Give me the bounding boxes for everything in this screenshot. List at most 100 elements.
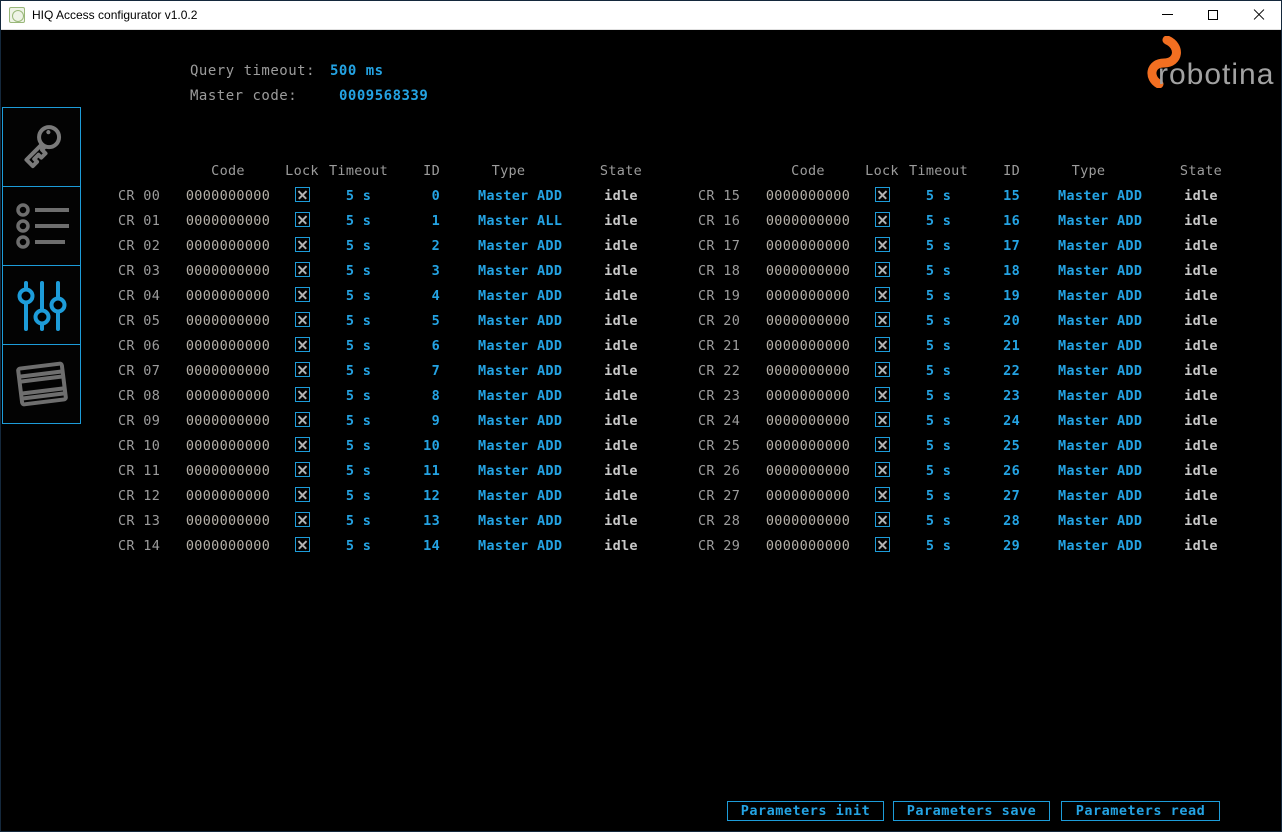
lock-checkbox[interactable] — [875, 262, 890, 277]
timeout-value[interactable]: 5 s — [321, 359, 396, 384]
code-field[interactable]: 0000000000 — [173, 484, 283, 509]
lock-checkbox[interactable] — [295, 337, 310, 352]
timeout-value[interactable]: 5 s — [321, 334, 396, 359]
timeout-value[interactable]: 5 s — [901, 209, 976, 234]
type-value[interactable]: Master ADD — [446, 434, 571, 459]
type-value[interactable]: Master ADD — [446, 534, 571, 559]
lock-checkbox[interactable] — [875, 237, 890, 252]
code-field[interactable]: 0000000000 — [173, 359, 283, 384]
type-value[interactable]: Master ADD — [1026, 184, 1151, 209]
lock-checkbox[interactable] — [295, 187, 310, 202]
code-field[interactable]: 0000000000 — [753, 234, 863, 259]
type-value[interactable]: Master ADD — [1026, 384, 1151, 409]
lock-checkbox[interactable] — [875, 387, 890, 402]
type-value[interactable]: Master ADD — [1026, 409, 1151, 434]
lock-checkbox[interactable] — [875, 487, 890, 502]
timeout-value[interactable]: 5 s — [321, 434, 396, 459]
type-value[interactable]: Master ADD — [1026, 484, 1151, 509]
parameters-init-button[interactable]: Parameters init — [727, 801, 884, 821]
timeout-value[interactable]: 5 s — [321, 234, 396, 259]
code-field[interactable]: 0000000000 — [753, 209, 863, 234]
timeout-value[interactable]: 5 s — [321, 534, 396, 559]
code-field[interactable]: 0000000000 — [753, 484, 863, 509]
timeout-value[interactable]: 5 s — [901, 359, 976, 384]
lock-checkbox[interactable] — [295, 212, 310, 227]
lock-checkbox[interactable] — [875, 212, 890, 227]
parameters-save-button[interactable]: Parameters save — [893, 801, 1050, 821]
type-value[interactable]: Master ADD — [446, 234, 571, 259]
timeout-value[interactable]: 5 s — [321, 184, 396, 209]
lock-checkbox[interactable] — [295, 362, 310, 377]
lock-checkbox[interactable] — [295, 512, 310, 527]
lock-checkbox[interactable] — [875, 312, 890, 327]
timeout-value[interactable]: 5 s — [901, 384, 976, 409]
lock-checkbox[interactable] — [295, 487, 310, 502]
type-value[interactable]: Master ADD — [446, 459, 571, 484]
timeout-value[interactable]: 5 s — [321, 459, 396, 484]
code-field[interactable]: 0000000000 — [753, 534, 863, 559]
code-field[interactable]: 0000000000 — [173, 409, 283, 434]
type-value[interactable]: Master ADD — [446, 284, 571, 309]
close-button[interactable] — [1236, 0, 1282, 30]
type-value[interactable]: Master ADD — [1026, 309, 1151, 334]
code-field[interactable]: 0000000000 — [173, 459, 283, 484]
type-value[interactable]: Master ADD — [1026, 509, 1151, 534]
type-value[interactable]: Master ALL — [446, 209, 571, 234]
lock-checkbox[interactable] — [875, 362, 890, 377]
master-code-value[interactable]: 0009568339 — [339, 88, 428, 104]
timeout-value[interactable]: 5 s — [901, 509, 976, 534]
timeout-value[interactable]: 5 s — [321, 309, 396, 334]
sidebar-item-card[interactable] — [2, 344, 81, 424]
type-value[interactable]: Master ADD — [446, 309, 571, 334]
lock-checkbox[interactable] — [295, 537, 310, 552]
code-field[interactable]: 0000000000 — [753, 184, 863, 209]
lock-checkbox[interactable] — [295, 262, 310, 277]
sidebar-item-key[interactable] — [2, 107, 81, 187]
lock-checkbox[interactable] — [875, 337, 890, 352]
sidebar-item-sliders-active[interactable] — [2, 265, 81, 345]
code-field[interactable]: 0000000000 — [173, 309, 283, 334]
lock-checkbox[interactable] — [875, 512, 890, 527]
type-value[interactable]: Master ADD — [1026, 234, 1151, 259]
type-value[interactable]: Master ADD — [1026, 534, 1151, 559]
query-timeout-value[interactable]: 500 ms — [330, 63, 384, 79]
sidebar-item-list[interactable] — [2, 186, 81, 266]
timeout-value[interactable]: 5 s — [321, 209, 396, 234]
timeout-value[interactable]: 5 s — [901, 234, 976, 259]
type-value[interactable]: Master ADD — [446, 184, 571, 209]
type-value[interactable]: Master ADD — [446, 509, 571, 534]
type-value[interactable]: Master ADD — [446, 259, 571, 284]
type-value[interactable]: Master ADD — [446, 409, 571, 434]
code-field[interactable]: 0000000000 — [173, 334, 283, 359]
lock-checkbox[interactable] — [875, 437, 890, 452]
timeout-value[interactable]: 5 s — [321, 284, 396, 309]
timeout-value[interactable]: 5 s — [321, 409, 396, 434]
code-field[interactable]: 0000000000 — [173, 509, 283, 534]
timeout-value[interactable]: 5 s — [901, 409, 976, 434]
timeout-value[interactable]: 5 s — [321, 259, 396, 284]
type-value[interactable]: Master ADD — [446, 334, 571, 359]
code-field[interactable]: 0000000000 — [173, 384, 283, 409]
lock-checkbox[interactable] — [875, 187, 890, 202]
lock-checkbox[interactable] — [875, 462, 890, 477]
timeout-value[interactable]: 5 s — [321, 509, 396, 534]
type-value[interactable]: Master ADD — [446, 484, 571, 509]
lock-checkbox[interactable] — [295, 437, 310, 452]
code-field[interactable]: 0000000000 — [753, 509, 863, 534]
type-value[interactable]: Master ADD — [1026, 209, 1151, 234]
code-field[interactable]: 0000000000 — [753, 334, 863, 359]
maximize-button[interactable] — [1190, 0, 1236, 30]
type-value[interactable]: Master ADD — [446, 359, 571, 384]
code-field[interactable]: 0000000000 — [753, 459, 863, 484]
code-field[interactable]: 0000000000 — [753, 359, 863, 384]
timeout-value[interactable]: 5 s — [901, 434, 976, 459]
code-field[interactable]: 0000000000 — [173, 434, 283, 459]
timeout-value[interactable]: 5 s — [321, 484, 396, 509]
lock-checkbox[interactable] — [295, 387, 310, 402]
code-field[interactable]: 0000000000 — [753, 409, 863, 434]
type-value[interactable]: Master ADD — [1026, 284, 1151, 309]
timeout-value[interactable]: 5 s — [321, 384, 396, 409]
code-field[interactable]: 0000000000 — [753, 434, 863, 459]
timeout-value[interactable]: 5 s — [901, 284, 976, 309]
code-field[interactable]: 0000000000 — [173, 534, 283, 559]
